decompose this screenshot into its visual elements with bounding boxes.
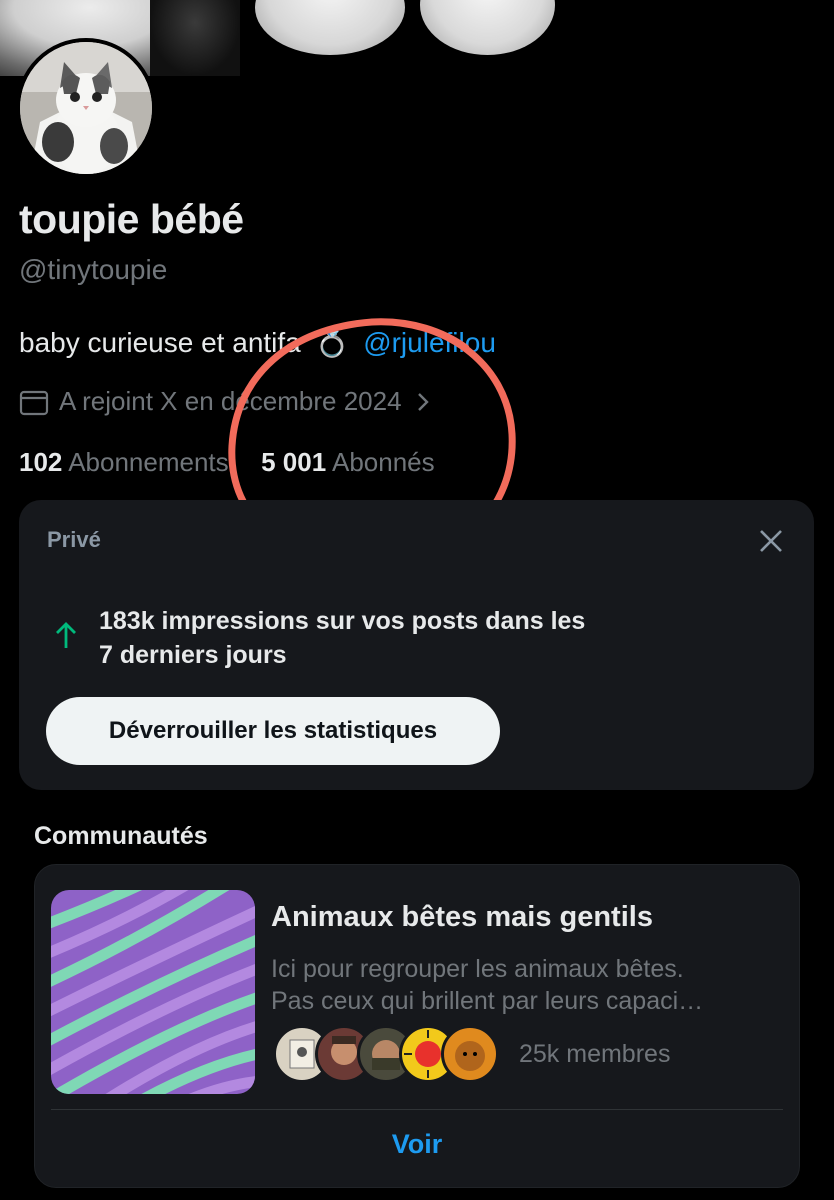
impressions-line-2: 7 derniers jours xyxy=(99,641,287,669)
joined-date-text: A rejoint X en décembre 2024 xyxy=(59,386,402,416)
arrow-up-icon xyxy=(56,622,76,648)
profile-display-name: toupie bébé xyxy=(19,196,244,242)
impressions-text: 183k impressions sur vos posts dans les … xyxy=(99,604,699,672)
community-description-line-1: Ici pour regrouper les animaux bêtes. xyxy=(271,955,684,983)
community-member-count: 25k membres xyxy=(519,1039,671,1068)
followers-count: 5 001 xyxy=(261,447,327,477)
profile-bio: baby curieuse et antifa 💍 @rjulefilou xyxy=(19,326,496,359)
community-image xyxy=(51,890,255,1094)
member-avatar xyxy=(441,1025,499,1083)
banner-fur-dark xyxy=(150,0,240,76)
banner-paw-left xyxy=(255,0,405,55)
banner-paw-right xyxy=(420,0,555,55)
following-count: 102 xyxy=(19,447,63,477)
chevron-right-icon xyxy=(417,392,429,411)
profile-avatar[interactable] xyxy=(16,38,156,178)
close-icon[interactable] xyxy=(758,528,784,554)
followers-link[interactable]: 5 001 Abonnés xyxy=(261,447,435,477)
joined-date-row[interactable]: A rejoint X en décembre 2024 xyxy=(19,386,430,417)
community-name[interactable]: Animaux bêtes mais gentils xyxy=(271,901,653,934)
private-label: Privé xyxy=(47,527,101,552)
following-link[interactable]: 102 Abonnements xyxy=(19,447,236,477)
profile-handle: @tinytoupie xyxy=(19,254,168,285)
community-card[interactable]: Animaux bêtes mais gentils Ici pour regr… xyxy=(34,864,800,1188)
insights-card: Privé 183k impressions sur vos posts dan… xyxy=(19,500,814,790)
bio-mention-link[interactable]: @rjulefilou xyxy=(363,327,496,358)
following-label: Abonnements xyxy=(68,447,229,477)
community-description: Ici pour regrouper les animaux bêtes. Pa… xyxy=(271,953,771,1017)
calendar-icon xyxy=(19,390,49,415)
bio-text: baby curieuse et antifa xyxy=(19,327,301,358)
community-description-line-2: Pas ceux qui brillent par leurs capaci… xyxy=(271,987,704,1015)
impressions-line-1: 183k impressions sur vos posts dans les xyxy=(99,607,586,635)
community-divider xyxy=(51,1109,783,1110)
follow-stats: 102 Abonnements 5 001 Abonnés xyxy=(19,447,435,478)
community-members: 25k membres xyxy=(273,1023,670,1085)
ring-emoji: 💍 xyxy=(314,327,350,358)
banner-background xyxy=(560,0,834,76)
communities-section-title: Communautés xyxy=(34,822,208,850)
unlock-statistics-button[interactable]: Déverrouiller les statistiques xyxy=(46,697,500,765)
avatar-cat-photo xyxy=(20,42,152,174)
followers-label: Abonnés xyxy=(331,447,435,477)
view-community-button[interactable]: Voir xyxy=(35,1129,799,1160)
